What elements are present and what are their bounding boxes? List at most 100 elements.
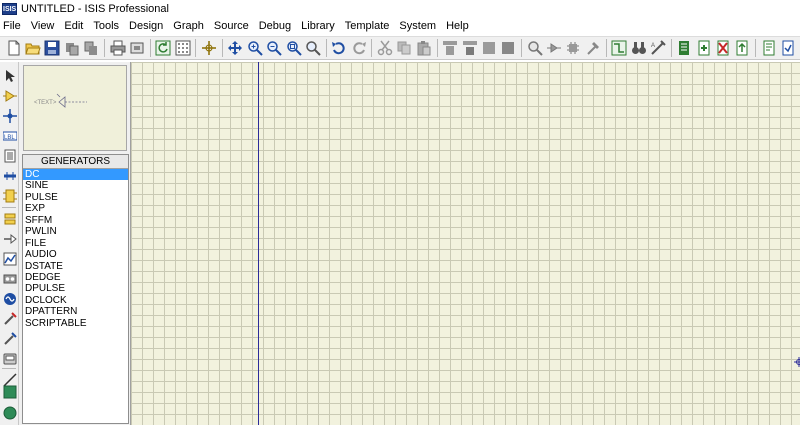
zoom-all-button[interactable] bbox=[285, 39, 303, 57]
generator-item-dpulse[interactable]: DPULSE bbox=[23, 283, 128, 294]
generator-item-scriptable[interactable]: SCRIPTABLE bbox=[23, 318, 128, 329]
copy-button[interactable] bbox=[395, 39, 413, 57]
generator-item-pulse[interactable]: PULSE bbox=[23, 192, 128, 203]
zoom-all-icon bbox=[286, 41, 302, 56]
export-section-button[interactable] bbox=[82, 39, 100, 57]
generator-item-dstate[interactable]: DSTATE bbox=[23, 261, 128, 272]
schematic-canvas[interactable] bbox=[131, 62, 800, 425]
redo-button[interactable] bbox=[350, 39, 368, 57]
menu-source[interactable]: Source bbox=[209, 17, 254, 36]
zoom-in-button[interactable] bbox=[246, 39, 264, 57]
menu-graph[interactable]: Graph bbox=[168, 17, 209, 36]
remove-sheet-icon bbox=[717, 40, 729, 56]
toolbar-separator bbox=[521, 39, 522, 57]
new-file-icon bbox=[8, 40, 20, 56]
generator-item-dc[interactable]: DC bbox=[23, 169, 128, 181]
cut-button[interactable] bbox=[376, 39, 394, 57]
make-device-icon bbox=[547, 43, 562, 53]
block-move-button[interactable] bbox=[461, 39, 479, 57]
terminals-mode-button[interactable] bbox=[1, 210, 18, 227]
zoom-area-button[interactable] bbox=[304, 39, 322, 57]
generator-list[interactable]: GENERATORS DC SINE PULSE EXP SFFM PWLIN … bbox=[22, 154, 129, 424]
menu-design[interactable]: Design bbox=[124, 17, 168, 36]
exit-to-parent-button[interactable] bbox=[733, 39, 751, 57]
generator-item-dclock[interactable]: DCLOCK bbox=[23, 295, 128, 306]
toggle-origin-button[interactable] bbox=[200, 39, 218, 57]
subcircuit-mode-button[interactable] bbox=[1, 187, 18, 204]
pick-device-button[interactable] bbox=[526, 39, 544, 57]
print-button[interactable] bbox=[109, 39, 127, 57]
open-folder-icon bbox=[25, 43, 41, 55]
generator-item-exp[interactable]: EXP bbox=[23, 203, 128, 214]
netlist-button[interactable] bbox=[779, 39, 797, 57]
block-delete-icon bbox=[502, 42, 515, 54]
app-icon: ISIS bbox=[2, 2, 17, 15]
toolbar-separator bbox=[103, 39, 105, 57]
menu-system[interactable]: System bbox=[394, 17, 441, 36]
zoom-out-button[interactable] bbox=[265, 39, 283, 57]
generator-item-dedge[interactable]: DEDGE bbox=[23, 272, 128, 283]
new-file-button[interactable] bbox=[5, 39, 23, 57]
voltage-probe-mode-button[interactable] bbox=[1, 310, 18, 327]
main-toolbar: A bbox=[0, 36, 800, 60]
menu-debug[interactable]: Debug bbox=[254, 17, 296, 36]
block-rotate-icon bbox=[482, 42, 495, 54]
remove-sheet-button[interactable] bbox=[714, 39, 732, 57]
block-delete-button[interactable] bbox=[499, 39, 517, 57]
text-script-mode-button[interactable] bbox=[1, 147, 18, 164]
set-area-button[interactable] bbox=[128, 39, 146, 57]
generator-mode-button[interactable] bbox=[1, 290, 18, 307]
copy-icon bbox=[397, 41, 411, 55]
menu-view[interactable]: View bbox=[26, 17, 60, 36]
redraw-button[interactable] bbox=[154, 39, 172, 57]
box-mode-button[interactable] bbox=[1, 383, 18, 400]
property-assignment-button[interactable]: A bbox=[649, 39, 667, 57]
menu-library[interactable]: Library bbox=[296, 17, 340, 36]
wire-autorouter-button[interactable] bbox=[610, 39, 628, 57]
paste-button[interactable] bbox=[415, 39, 433, 57]
overview-preview[interactable]: <TEXT> bbox=[23, 65, 127, 151]
make-device-button[interactable] bbox=[545, 39, 563, 57]
junction-mode-button[interactable] bbox=[1, 107, 18, 124]
current-probe-mode-button[interactable] bbox=[1, 330, 18, 347]
graph-mode-button[interactable] bbox=[1, 250, 18, 267]
generator-item-dpattern[interactable]: DPATTERN bbox=[23, 306, 128, 317]
tape-recorder-mode-button[interactable] bbox=[1, 270, 18, 287]
menu-edit[interactable]: Edit bbox=[59, 17, 88, 36]
device-pins-mode-button[interactable] bbox=[1, 230, 18, 247]
virtual-instrument-icon bbox=[3, 353, 16, 364]
toggle-grid-button[interactable] bbox=[174, 39, 192, 57]
circle-mode-button[interactable] bbox=[1, 404, 18, 421]
toolbar-separator bbox=[325, 39, 327, 57]
wire-label-mode-button[interactable]: LBL bbox=[1, 127, 18, 144]
component-mode-button[interactable] bbox=[1, 87, 18, 104]
virtual-instruments-mode-button[interactable] bbox=[1, 350, 18, 367]
redo-icon bbox=[353, 42, 366, 55]
pan-button[interactable] bbox=[226, 39, 244, 57]
search-tag-button[interactable] bbox=[630, 39, 648, 57]
buses-mode-button[interactable] bbox=[1, 167, 18, 184]
decompose-button[interactable] bbox=[584, 39, 602, 57]
packaging-tool-button[interactable] bbox=[564, 39, 582, 57]
toolbar-separator bbox=[221, 39, 223, 57]
save-button[interactable] bbox=[43, 39, 61, 57]
generator-item-sffm[interactable]: SFFM bbox=[23, 215, 128, 226]
generator-item-audio[interactable]: AUDIO bbox=[23, 249, 128, 260]
block-rotate-button[interactable] bbox=[480, 39, 498, 57]
selection-mode-button[interactable] bbox=[1, 67, 18, 84]
block-copy-button[interactable] bbox=[441, 39, 459, 57]
menu-template[interactable]: Template bbox=[340, 17, 395, 36]
bill-of-materials-button[interactable] bbox=[675, 39, 693, 57]
generator-item-sine[interactable]: SINE bbox=[23, 180, 128, 191]
generator-item-pwlin[interactable]: PWLIN bbox=[23, 226, 128, 237]
electrical-rules-check-button[interactable] bbox=[760, 39, 778, 57]
undo-button[interactable] bbox=[330, 39, 348, 57]
box-icon bbox=[3, 385, 16, 398]
open-file-button[interactable] bbox=[24, 39, 42, 57]
menu-file[interactable]: File bbox=[0, 17, 26, 36]
new-sheet-button[interactable] bbox=[695, 39, 713, 57]
menu-help[interactable]: Help bbox=[441, 17, 474, 36]
import-section-button[interactable] bbox=[63, 39, 81, 57]
generator-item-file[interactable]: FILE bbox=[23, 238, 128, 249]
menu-tools[interactable]: Tools bbox=[88, 17, 124, 36]
